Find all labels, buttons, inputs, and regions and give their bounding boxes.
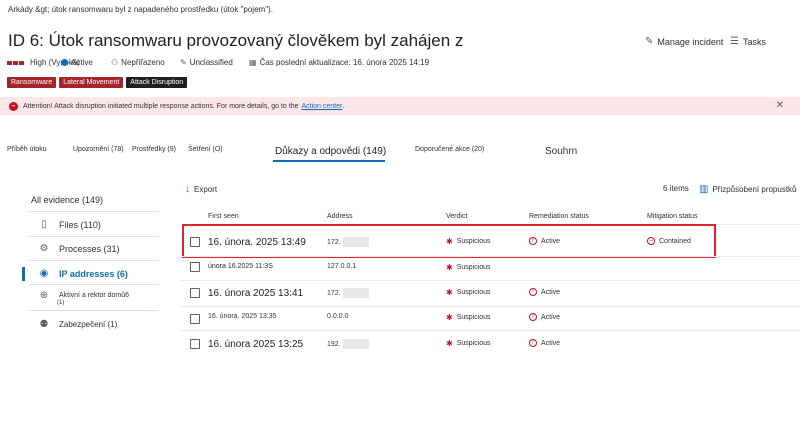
row-divider — [180, 306, 800, 307]
tag-attack-disruption: Attack Disruption — [126, 77, 188, 88]
row-divider — [180, 280, 800, 281]
tab-investigations[interactable]: Šetření (O) — [188, 146, 223, 153]
redacted-block — [342, 339, 369, 349]
person-icon: ⚇ — [111, 58, 119, 67]
col-first-seen[interactable]: First seen — [208, 213, 239, 220]
remediation-cell: ! Active — [529, 313, 560, 321]
row-checkbox[interactable] — [190, 288, 200, 298]
tab-evidence-response[interactable]: Důkazy a odpovědi (149) — [275, 146, 386, 157]
tag-list: Ransomware Lateral Movement Attack Disru… — [7, 77, 188, 88]
address-cell: 127.0.0.1 — [327, 263, 357, 270]
alert-circle-icon: ! — [529, 288, 537, 296]
tag-lateral-movement: Lateral Movement — [59, 77, 124, 88]
tab-attack-story[interactable]: Příběh útoku — [7, 146, 47, 153]
sidebar-item-all-evidence[interactable]: All evidence (149) — [31, 195, 103, 205]
bug-icon: ✱ — [446, 263, 453, 272]
tab-recommended-actions[interactable]: Doporučené akce (20) — [415, 146, 484, 153]
first-seen-cell: 16. února 2025 13:41 — [208, 288, 304, 299]
active-tab-indicator — [273, 160, 385, 162]
tag-ransomware: Ransomware — [7, 77, 57, 88]
tasks-button[interactable]: ☰ Tasks — [730, 36, 766, 47]
sidebar-divider — [29, 211, 159, 212]
status-dot-icon — [61, 59, 68, 66]
row-divider — [180, 256, 800, 257]
first-seen-cell: 16. února 2025 13:25 — [208, 339, 304, 350]
attention-banner: – Attention! Attack disruption initiated… — [0, 97, 800, 115]
manage-incident-button[interactable]: ✎ Manage incident — [645, 36, 723, 47]
columns-icon: ▥ — [699, 184, 709, 195]
col-verdict[interactable]: Verdict — [446, 213, 467, 220]
verdict-cell: ✱ Suspicious — [446, 339, 491, 348]
col-mitigation-status[interactable]: Mitigation status — [647, 213, 698, 220]
address-cell: 0.0.0.0 — [327, 313, 349, 320]
table-row[interactable]: února 16.2025 11:3S 127.0.0.1 ✱ Suspiciou… — [0, 258, 800, 280]
severity-bars-icon — [7, 60, 24, 65]
row-checkbox[interactable] — [190, 339, 200, 349]
first-seen-cell: února 16.2025 11:3S — [208, 263, 273, 270]
tab-alerts[interactable]: Upozornění (78) — [73, 146, 124, 153]
bug-icon: ✱ — [446, 313, 453, 322]
close-icon[interactable]: ✕ — [776, 100, 784, 111]
error-icon: – — [9, 101, 18, 111]
bug-icon: ✱ — [446, 288, 453, 297]
page-title: ID 6: Útok ransomwaru provozovaný člověk… — [8, 31, 468, 50]
row-checkbox[interactable] — [190, 262, 200, 272]
row-checkbox[interactable] — [190, 314, 200, 324]
tab-assets[interactable]: Prostředky (9) — [132, 146, 176, 153]
table-row[interactable]: 16. února 2025 13:41 172. ✱ Suspicious ! A… — [0, 282, 800, 306]
pencil-icon: ✎ — [180, 58, 187, 67]
items-count: 6 items — [663, 184, 689, 193]
status-indicator: Active — [61, 58, 93, 67]
export-button[interactable]: ↓ Export — [185, 184, 217, 195]
tab-summary[interactable]: Souhrn — [545, 146, 577, 157]
alert-circle-icon: ! — [529, 339, 537, 347]
verdict-cell: ✱ Suspicious — [446, 313, 491, 322]
row-divider — [180, 330, 800, 331]
remediation-cell: ! Active — [529, 339, 560, 347]
verdict-cell: ✱ Suspicious — [446, 288, 491, 297]
assigned-to[interactable]: ⚇ Nepřiřazeno — [111, 58, 165, 67]
highlight-box — [182, 224, 716, 258]
action-center-link[interactable]: Action center — [301, 103, 342, 110]
first-seen-cell: 16. února. 2025 13:35 — [208, 313, 277, 320]
address-cell: 172. — [327, 288, 369, 298]
redacted-block — [342, 288, 369, 298]
col-address[interactable]: Address — [327, 213, 353, 220]
remediation-cell: ! Active — [529, 288, 560, 296]
pencil-icon: ✎ — [645, 36, 654, 47]
download-icon: ↓ — [185, 184, 190, 195]
bug-icon: ✱ — [446, 339, 453, 348]
calendar-icon: ▦ — [249, 58, 257, 67]
breadcrumb[interactable]: Arkády &gt; útok ransomwaru byl z napade… — [8, 5, 273, 14]
table-row[interactable]: 16. února. 2025 13:35 0.0.0.0 ✱ Suspiciou… — [0, 308, 800, 332]
customize-columns-button[interactable]: ▥ Přizpůsobení propustků — [699, 184, 797, 195]
col-remediation-status[interactable]: Remediation status — [529, 213, 589, 220]
last-update: ▦ Čas poslední aktualizace: 16. února 20… — [249, 58, 430, 67]
classification[interactable]: ✎ Unclassified — [180, 58, 233, 67]
table-row[interactable]: 16. února 2025 13:25 192. ✱ Suspicious ! A… — [0, 332, 800, 358]
verdict-cell: ✱ Suspicious — [446, 263, 491, 272]
list-icon: ☰ — [730, 36, 739, 47]
address-cell: 192. — [327, 339, 369, 349]
alert-circle-icon: ! — [529, 313, 537, 321]
